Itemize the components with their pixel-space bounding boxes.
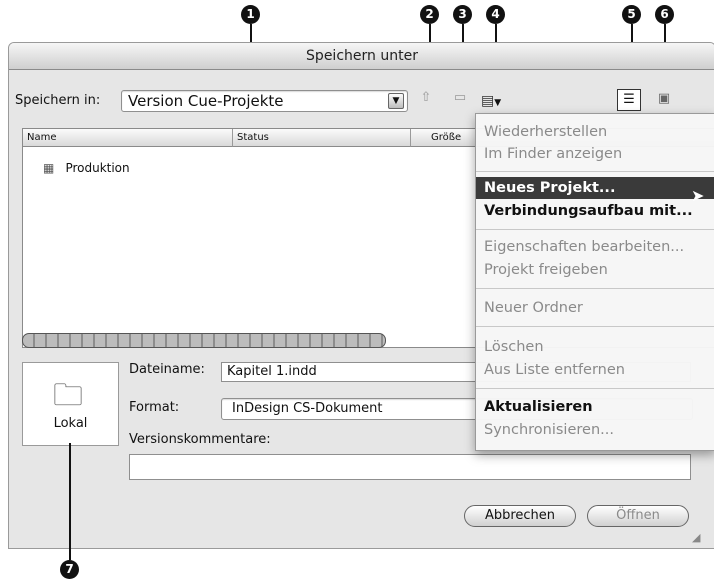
menu-item-delete[interactable]: Löschen (476, 336, 714, 358)
callout-1: 1 (241, 5, 260, 24)
project-icon: ▦ (43, 161, 55, 175)
menu-item-edit-properties[interactable]: Eigenschaften bearbeiten... (476, 236, 714, 258)
callout-6: 6 (655, 5, 674, 24)
mouse-cursor-icon: ➤ (691, 186, 705, 205)
version-cue-menu-button[interactable]: ▤▼ (481, 90, 511, 110)
menu-separator (476, 288, 714, 289)
menu-separator (476, 388, 714, 389)
chevron-down-icon: ▼ (494, 98, 502, 108)
comments-label: Versionskommentare: (129, 432, 271, 447)
menu-item-synchronize[interactable]: Synchronisieren... (476, 419, 714, 441)
dialog-title: Speichern unter (9, 43, 714, 70)
menu-separator (476, 326, 714, 327)
menu-item-remove-from-list[interactable]: Aus Liste entfernen (476, 359, 714, 381)
lokal-label: Lokal (53, 416, 88, 431)
menu-item-refresh[interactable]: Aktualisieren (476, 396, 714, 418)
menu-item-show-in-finder[interactable]: Im Finder anzeigen (476, 143, 714, 165)
list-item[interactable]: ▦ Produktion (43, 157, 243, 175)
version-cue-menu: Wiederherstellen Im Finder anzeigen Neue… (475, 113, 714, 451)
format-label: Format: (129, 400, 180, 415)
callout-5: 5 (622, 5, 641, 24)
menu-item-new-project[interactable]: Neues Projekt... (476, 177, 714, 199)
thumbnail-view-icon[interactable]: ▣ (654, 89, 674, 109)
location-popup[interactable]: Version Cue-Projekte ▼ (121, 90, 408, 112)
menu-item-connect-to[interactable]: Verbindungsaufbau mit... (476, 200, 714, 222)
server-icon: ▤ (481, 93, 495, 109)
menu-item-restore[interactable]: Wiederherstellen (476, 121, 714, 143)
open-button[interactable]: Öffnen (587, 505, 689, 527)
column-name[interactable]: Name (23, 129, 233, 147)
resize-grip-icon[interactable]: ◢ (692, 531, 700, 544)
callout-3: 3 (453, 5, 472, 24)
filename-label: Dateiname: (129, 362, 205, 377)
callout-7-leader (69, 443, 71, 560)
menu-item-share-project[interactable]: Projekt freigeben (476, 259, 714, 281)
list-item-name: Produktion (65, 161, 130, 175)
lokal-button[interactable]: 🗀 Lokal (22, 362, 119, 446)
save-in-label: Speichern in: (15, 93, 101, 108)
column-status[interactable]: Status (233, 129, 411, 147)
callout-2: 2 (420, 5, 439, 24)
callout-4: 4 (486, 5, 505, 24)
callout-7: 7 (60, 560, 79, 579)
menu-separator (476, 171, 714, 172)
menu-separator (476, 229, 714, 230)
format-value: InDesign CS-Dokument (232, 401, 383, 416)
menu-item-new-folder[interactable]: Neuer Ordner (476, 297, 714, 319)
cancel-button[interactable]: Abbrechen (464, 505, 576, 527)
new-folder-icon[interactable]: ▭ (449, 90, 471, 105)
parent-folder-icon[interactable]: ⇧ (417, 90, 435, 105)
list-view-icon[interactable]: ☰ (617, 89, 641, 111)
chevron-down-icon: ▼ (388, 93, 404, 109)
location-value: Version Cue-Projekte (128, 92, 284, 110)
horizontal-scrollbar[interactable] (22, 333, 386, 348)
comments-field[interactable] (129, 454, 691, 480)
